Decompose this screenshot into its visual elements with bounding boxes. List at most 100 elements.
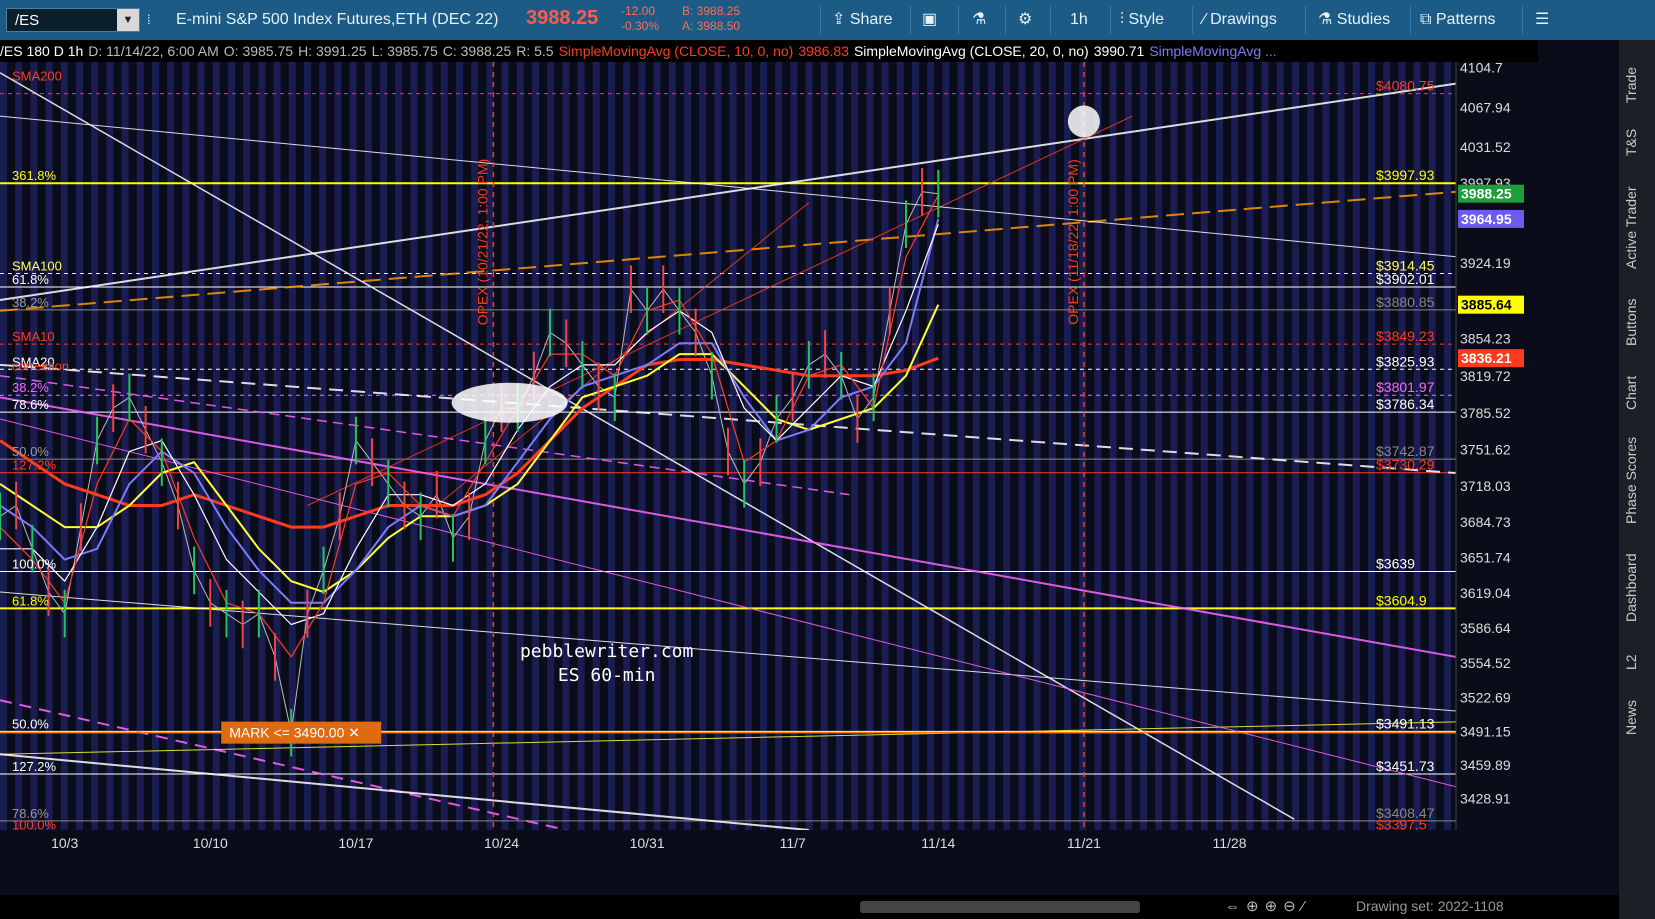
session-stripe [836,62,843,830]
session-stripe [1155,62,1163,830]
session-stripe [304,62,311,830]
sma20-label[interactable]: SimpleMovingAvg (CLOSE, 20, 0, no) [854,43,1089,59]
bar-close: C: 3988.25 [442,43,512,59]
fib-label: SMA200 [12,69,62,84]
style-button[interactable]: ⫶ Style [1120,0,1164,40]
session-stripe [668,62,676,830]
sidebar-tab-t-s[interactable]: T&S [1623,122,1651,162]
fib-label: 361.8% [12,168,57,183]
session-stripe [577,62,585,830]
session-stripe [684,62,691,830]
x-tick-label: 11/28 [1213,835,1247,851]
session-stripe [547,62,555,830]
session-stripe [866,62,874,830]
session-stripe [851,62,859,830]
x-tick-label: 10/24 [484,835,519,851]
session-stripe [1276,62,1284,830]
study-info-bar: /ES 180 D 1h D: 11/14/22, 6:00 AM O: 3985.… [0,40,1538,62]
screen-icon[interactable]: ▣ [922,0,937,40]
ask-value: A: 3988.50 [682,19,741,33]
y-tick-label: 3924.19 [1460,255,1511,271]
sidebar-tab-active-trader[interactable]: Active Trader [1623,175,1651,280]
y-tick-label: 3651.74 [1460,550,1511,566]
fib-label: 38.2% [12,295,49,310]
sma10-label[interactable]: SimpleMovingAvg (CLOSE, 10, 0, no) [559,43,794,59]
price-chart[interactable]: OPEX (10/21/22, 1:00 PM) OPEX (11/18/22, … [0,40,1619,895]
gear-icon[interactable]: ⚙ [1018,0,1032,40]
share-icon: ⇪ [832,11,850,28]
session-stripe [1292,62,1299,830]
sidebar-tab-buttons[interactable]: Buttons [1623,290,1651,355]
y-tick-label: 4031.52 [1460,139,1511,155]
sidebar-tab-l2[interactable]: L2 [1623,645,1651,680]
y-tick-label: 3718.03 [1460,478,1511,494]
fib-label: 127.2% [12,458,57,473]
date-axis: 10/3 10/10 10/17 10/24 10/31 11/7 11/14 11/21 11… [0,830,1456,895]
drawing-set-label[interactable]: Drawing set: 2022-1108 [1356,898,1504,914]
y-tick-label: 3491.15 [1460,723,1511,739]
level-price-label: $3997.93 [1376,167,1435,183]
price-badge-label: 3885.64 [1461,297,1512,313]
studies-icon: ⚗ [1318,11,1337,28]
session-stripe [881,62,889,830]
share-button[interactable]: ⇪ Share [832,0,893,40]
symbol-dropdown-icon[interactable]: ▼ [117,9,139,31]
change-value: -12.00 [621,4,656,18]
sidebar-tab-phase-scores[interactable]: Phase Scores [1623,430,1651,530]
level-price-label: $3801.97 [1376,379,1435,395]
session-stripe [288,62,296,830]
y-tick-label: 3819.72 [1460,368,1511,384]
y-tick-label: 3684.73 [1460,514,1511,530]
session-stripe [228,62,235,830]
link-icon[interactable]: ⁞ [147,0,151,40]
session-stripe [699,62,707,830]
opex-label: OPEX (11/18/22, 1:00 PM) [1065,159,1081,325]
price-badge-label: 3988.25 [1461,186,1512,202]
drawings-button[interactable]: ⁄ Drawings [1203,0,1277,40]
session-stripe [380,62,387,830]
session-stripe [1307,62,1315,830]
flask-icon[interactable]: ⚗ [972,0,986,40]
x-tick-label: 11/7 [780,835,806,851]
toolbar-divider [1305,6,1306,34]
fib-label: correction [12,359,69,374]
sidebar-tab-chart[interactable]: Chart [1623,370,1651,415]
session-stripe [1140,62,1147,830]
level-price-label: $4080.75 [1376,78,1435,94]
level-price-label: $3604.9 [1376,592,1427,608]
zoom-icons[interactable]: ⇔⊕⊕⊖⁄ [1225,897,1310,915]
fib-label: SMA10 [12,329,55,344]
session-stripe [988,62,995,830]
session-stripe [136,62,144,830]
horizontal-scrollbar[interactable] [860,901,1140,913]
session-stripe [152,62,159,830]
bar-high: H: 3991.25 [298,43,367,59]
session-stripe [121,62,129,830]
session-stripe [653,62,661,830]
session-stripe [1124,62,1132,830]
y-tick-label: 3854.23 [1460,331,1511,347]
sidebar-tab-dashboard[interactable]: Dashboard [1623,545,1651,630]
symbol-input[interactable]: /ES ▼ [6,8,140,32]
sma-more-label[interactable]: SimpleMovingAvg ... [1149,43,1276,59]
sidebar-tab-news[interactable]: News [1623,695,1651,740]
studies-button[interactable]: ⚗ Studies [1318,0,1390,40]
toolbar-divider [1005,6,1006,34]
menu-icon[interactable]: ☰ [1535,0,1549,40]
y-tick-label: 3586.64 [1460,620,1511,636]
timeframe-button[interactable]: 1h [1070,0,1088,40]
toolbar-divider [910,6,911,34]
symbol-description: E-mini S&P 500 Index Futures,ETH (DEC 22… [176,11,499,28]
level-price-label: $3880.85 [1376,294,1435,310]
sidebar-tab-trade[interactable]: Trade [1623,60,1651,110]
y-tick-label: 3785.52 [1460,405,1511,421]
bar-low: L: 3985.75 [371,43,438,59]
toolbar-divider [1050,6,1051,34]
x-tick-label: 10/10 [193,835,228,851]
session-stripe [1018,62,1026,830]
session-stripe [1185,62,1193,830]
patterns-button[interactable]: ⧉ Patterns [1420,0,1495,40]
y-tick-label: 3554.52 [1460,655,1511,671]
bottom-bar: ⇔⊕⊕⊖⁄ Drawing set: 2022-1108 [0,895,1619,919]
fib-label: 50.0% [12,716,49,731]
